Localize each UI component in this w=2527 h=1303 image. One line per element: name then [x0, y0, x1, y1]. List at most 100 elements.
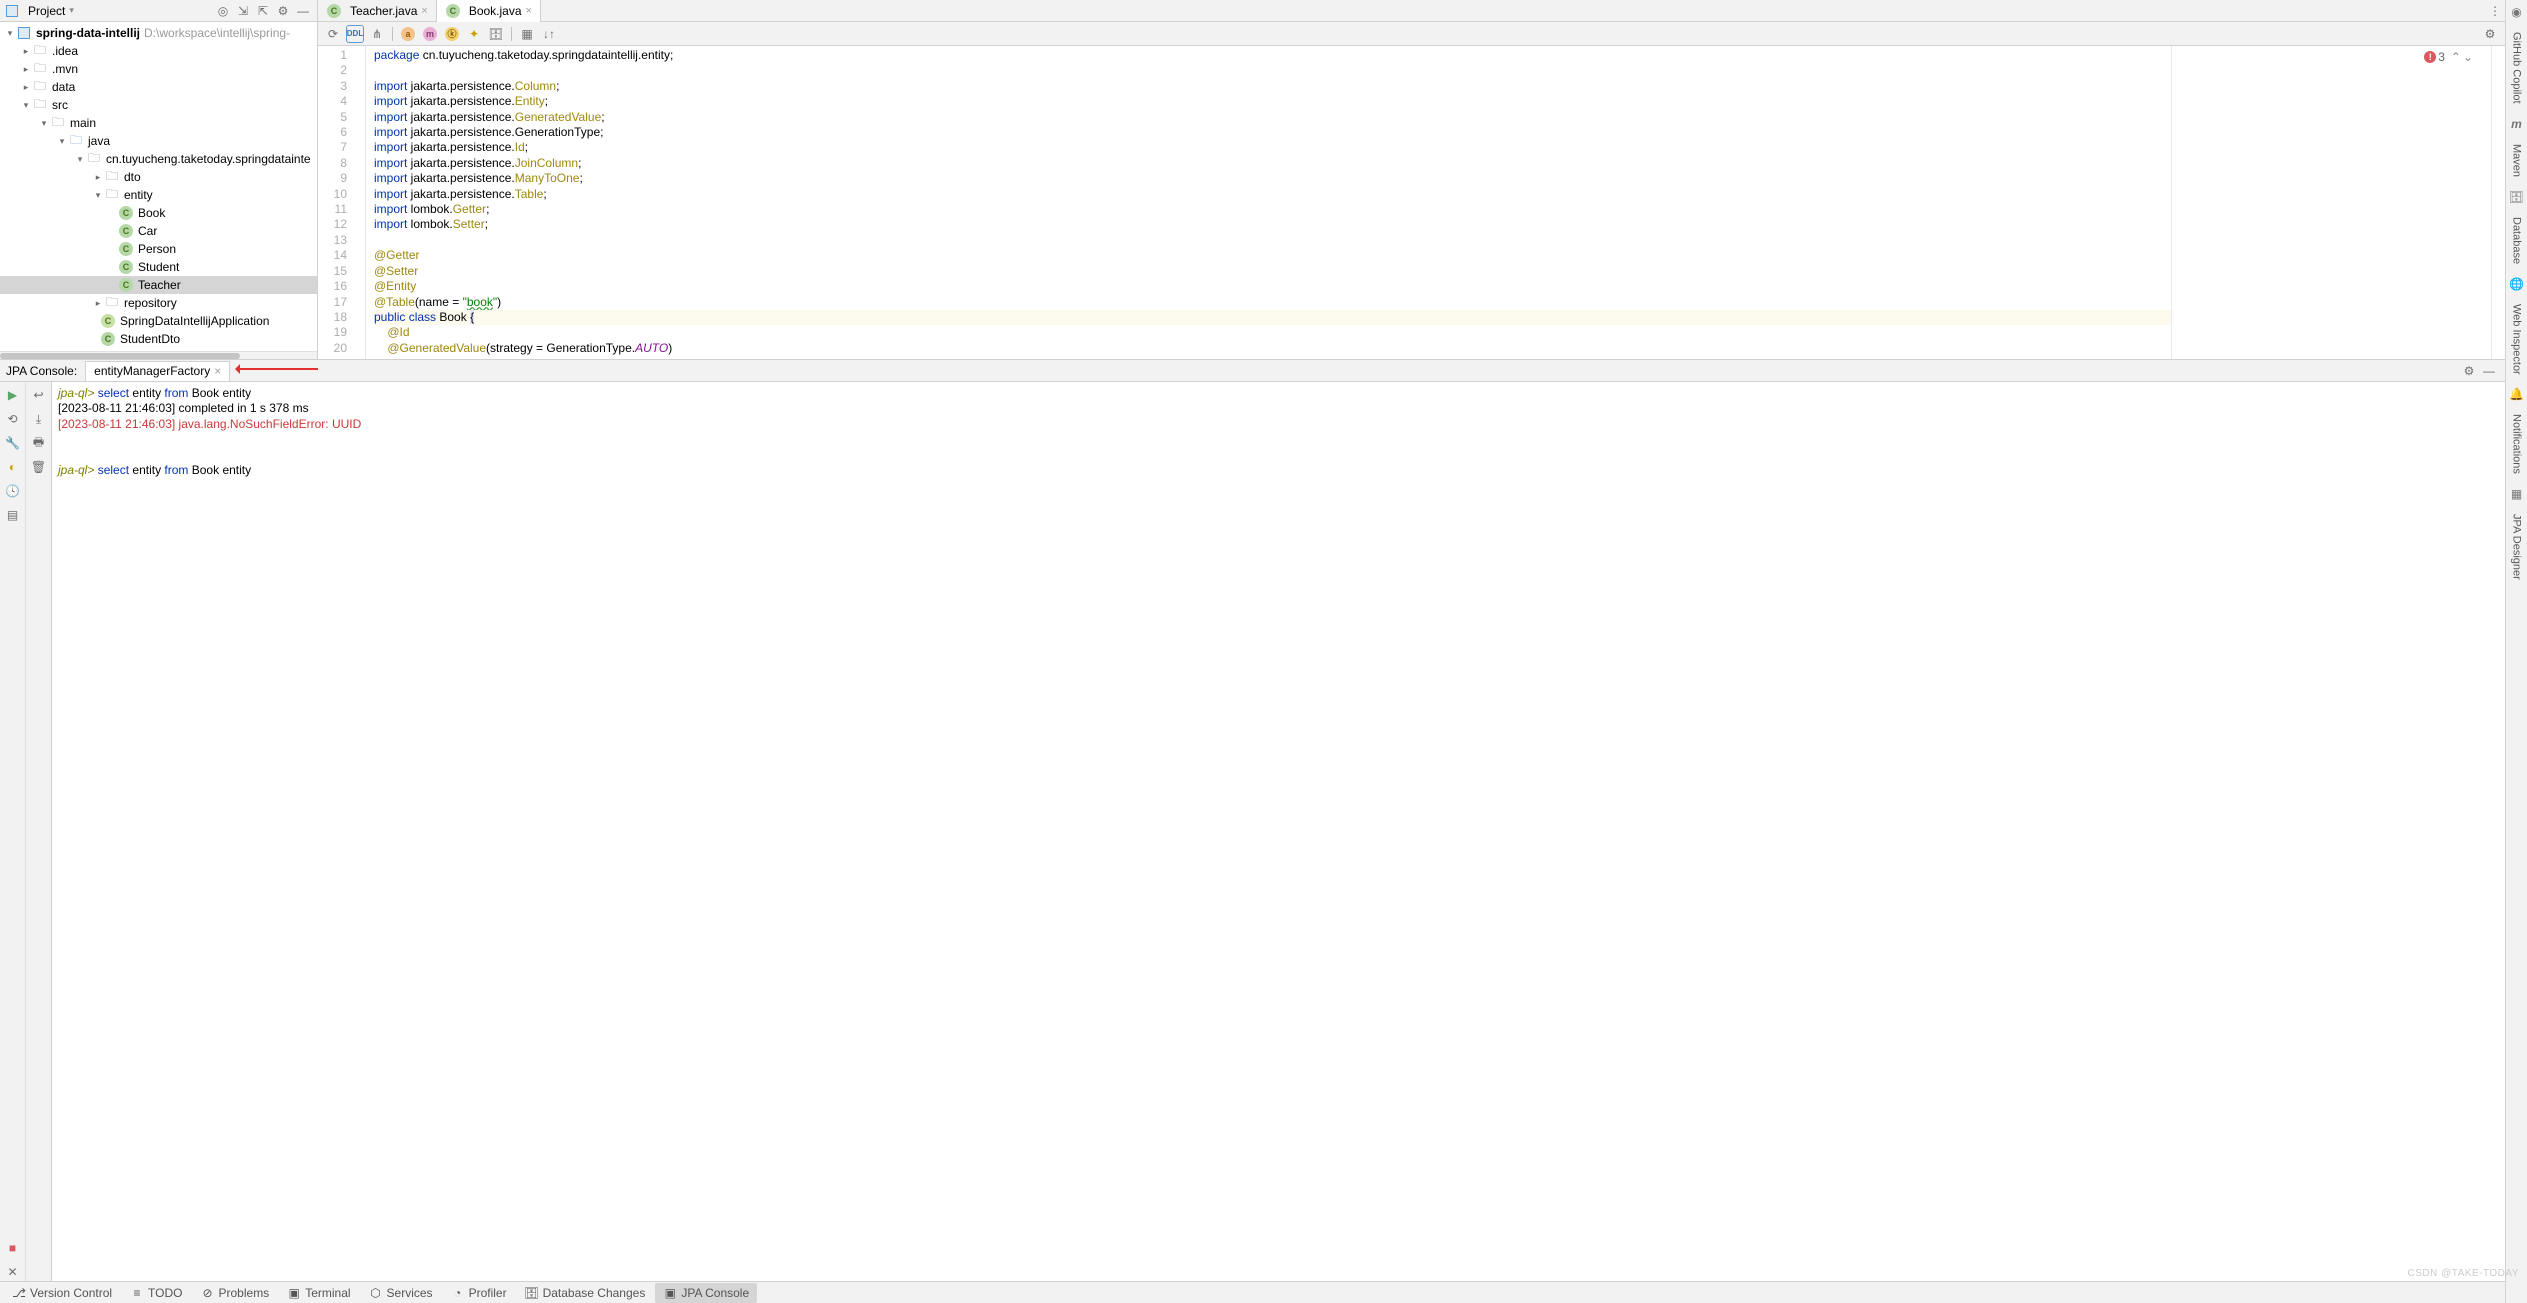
tree-class-studentdto[interactable]: CStudentDto [0, 330, 317, 348]
tree-folder-data[interactable]: ▸🗀data [0, 78, 317, 96]
trash-icon[interactable]: 🗑 [30, 458, 48, 476]
close-icon[interactable]: × [526, 5, 532, 17]
status-services[interactable]: ⬡Services [361, 1283, 441, 1303]
tree-folder-mvn[interactable]: ▸🗀.mvn [0, 60, 317, 78]
status-terminal[interactable]: ▣Terminal [279, 1283, 358, 1303]
tree-class-student[interactable]: CStudent [0, 258, 317, 276]
tree-class-person[interactable]: CPerson [0, 240, 317, 258]
editor-gutter[interactable]: 1234567891011121314151617181920 [318, 46, 366, 359]
ddl-icon[interactable]: DDL [346, 25, 364, 43]
console-tab[interactable]: entityManagerFactory × [85, 361, 230, 381]
tree-package-entity[interactable]: ▾🗀entity [0, 186, 317, 204]
chevron-down-icon[interactable]: ▾ [56, 136, 68, 147]
tree-package[interactable]: ▾🗀cn.tuyucheng.taketoday.springdatainte [0, 150, 317, 168]
hide-icon[interactable]: — [2481, 363, 2497, 379]
stop-icon[interactable]: ■ [4, 1239, 22, 1257]
grid-icon[interactable]: ▦ [518, 25, 536, 43]
console-output[interactable]: jpa-ql> select entity from Book entity [… [52, 382, 2505, 1281]
tree-root[interactable]: ▾ spring-data-intellij D:\workspace\inte… [0, 24, 317, 42]
chevron-down-icon[interactable]: ▾ [38, 118, 50, 129]
status-todo[interactable]: ≡TODO [122, 1283, 190, 1303]
copilot-icon[interactable]: ◉ [2509, 4, 2525, 20]
tab-teacher[interactable]: C Teacher.java × [318, 0, 437, 22]
gear-icon[interactable]: ⚙ [2461, 363, 2477, 379]
print-icon[interactable]: 🖶 [30, 434, 48, 452]
class-icon: C [326, 3, 342, 19]
chevron-right-icon[interactable]: ▸ [92, 172, 104, 183]
close-icon[interactable]: ✕ [4, 1263, 22, 1281]
scroll-to-end-icon[interactable]: ⤓ [30, 410, 48, 428]
structure-icon[interactable]: ⋔ [368, 25, 386, 43]
tree-folder-java[interactable]: ▾🗀java [0, 132, 317, 150]
tool-notifications[interactable]: Notifications [2511, 410, 2523, 478]
tree-package-repository[interactable]: ▸🗀repository [0, 294, 317, 312]
attr-k-icon[interactable]: ⓚ [443, 25, 461, 43]
tool-maven[interactable]: Maven [2511, 140, 2523, 181]
chevron-right-icon[interactable]: ▸ [20, 82, 32, 93]
tree-package-dto[interactable]: ▸🗀dto [0, 168, 317, 186]
tab-book[interactable]: C Book.java × [437, 0, 541, 22]
attr-a-icon[interactable]: a [399, 25, 417, 43]
attr-m-icon[interactable]: m [421, 25, 439, 43]
chevron-down-icon[interactable]: ▾ [92, 190, 104, 201]
bell-icon[interactable]: 🔔 [2509, 386, 2525, 402]
pause-icon[interactable]: ◐ [4, 458, 22, 476]
collapse-all-icon[interactable]: ⇱ [255, 3, 271, 19]
tree-folder-idea[interactable]: ▸🗀.idea [0, 42, 317, 60]
tree-folder-src[interactable]: ▾🗀src [0, 96, 317, 114]
more-icon[interactable]: ⋮ [2487, 3, 2503, 19]
maven-icon[interactable]: m [2509, 116, 2525, 132]
run-icon[interactable]: ▶ [4, 386, 22, 404]
editor-body[interactable]: 1234567891011121314151617181920 package … [318, 46, 2505, 359]
expand-all-icon[interactable]: ⇲ [235, 3, 251, 19]
status-jpaconsole[interactable]: ▣JPA Console [655, 1283, 757, 1303]
project-title[interactable]: Project [28, 4, 65, 18]
project-scrollbar[interactable] [0, 351, 317, 359]
tool-webinspector[interactable]: Web Inspector [2511, 300, 2523, 379]
package-icon: 🗀 [104, 187, 120, 203]
status-vcs[interactable]: ⎇Version Control [4, 1283, 120, 1303]
history-icon[interactable]: 🕓 [4, 482, 22, 500]
status-problems[interactable]: ⊘Problems [193, 1283, 278, 1303]
globe-icon[interactable]: 🌐 [2509, 276, 2525, 292]
wand-icon[interactable]: ✦ [465, 25, 483, 43]
sort-icon[interactable]: ↓↑ [540, 25, 558, 43]
chevron-down-icon[interactable]: ▾ [69, 5, 74, 16]
gear-icon[interactable]: ⚙ [2481, 25, 2499, 43]
database-icon[interactable]: 🗄 [2509, 189, 2525, 205]
tree-class-book[interactable]: CBook [0, 204, 317, 222]
chevron-up-icon[interactable]: ⌃ [2451, 50, 2461, 64]
error-strip[interactable] [2491, 46, 2505, 359]
chevron-down-icon[interactable]: ▾ [20, 100, 32, 111]
chevron-down-icon[interactable]: ⌄ [2463, 50, 2473, 64]
chevron-right-icon[interactable]: ▸ [20, 46, 32, 57]
chevron-right-icon[interactable]: ▸ [92, 298, 104, 309]
gear-icon[interactable]: ⚙ [275, 3, 291, 19]
chevron-down-icon[interactable]: ▾ [4, 28, 16, 39]
tree-class-app[interactable]: CSpringDataIntellijApplication [0, 312, 317, 330]
error-indicator[interactable]: ! 3 ⌃ ⌄ [2424, 50, 2473, 64]
chevron-down-icon[interactable]: ▾ [74, 154, 86, 165]
project-tree[interactable]: ▾ spring-data-intellij D:\workspace\inte… [0, 22, 317, 351]
tool-copilot[interactable]: GitHub Copilot [2511, 28, 2523, 108]
chevron-right-icon[interactable]: ▸ [20, 64, 32, 75]
tree-class-car[interactable]: CCar [0, 222, 317, 240]
code-editor[interactable]: package cn.tuyucheng.taketoday.springdat… [366, 46, 2171, 359]
soft-wrap-icon[interactable]: ↩ [30, 386, 48, 404]
close-icon[interactable]: × [421, 5, 427, 17]
jpa-icon[interactable]: ▦ [2509, 486, 2525, 502]
hide-icon[interactable]: — [295, 3, 311, 19]
locate-icon[interactable]: ◎ [215, 3, 231, 19]
status-profiler[interactable]: ◔Profiler [443, 1283, 515, 1303]
tool-jpadesigner[interactable]: JPA Designer [2511, 510, 2523, 584]
refresh-icon[interactable]: ⟳ [324, 25, 342, 43]
rerun-icon[interactable]: ⟲ [4, 410, 22, 428]
db-icon[interactable]: 🗄 [487, 25, 505, 43]
layout-icon[interactable]: ▤ [4, 506, 22, 524]
tool-database[interactable]: Database [2511, 213, 2523, 268]
close-icon[interactable]: × [214, 364, 221, 378]
tree-folder-main[interactable]: ▾🗀main [0, 114, 317, 132]
status-dbchanges[interactable]: 🗄Database Changes [517, 1283, 654, 1303]
wrench-icon[interactable]: 🔧 [4, 434, 22, 452]
tree-class-teacher[interactable]: CTeacher [0, 276, 317, 294]
